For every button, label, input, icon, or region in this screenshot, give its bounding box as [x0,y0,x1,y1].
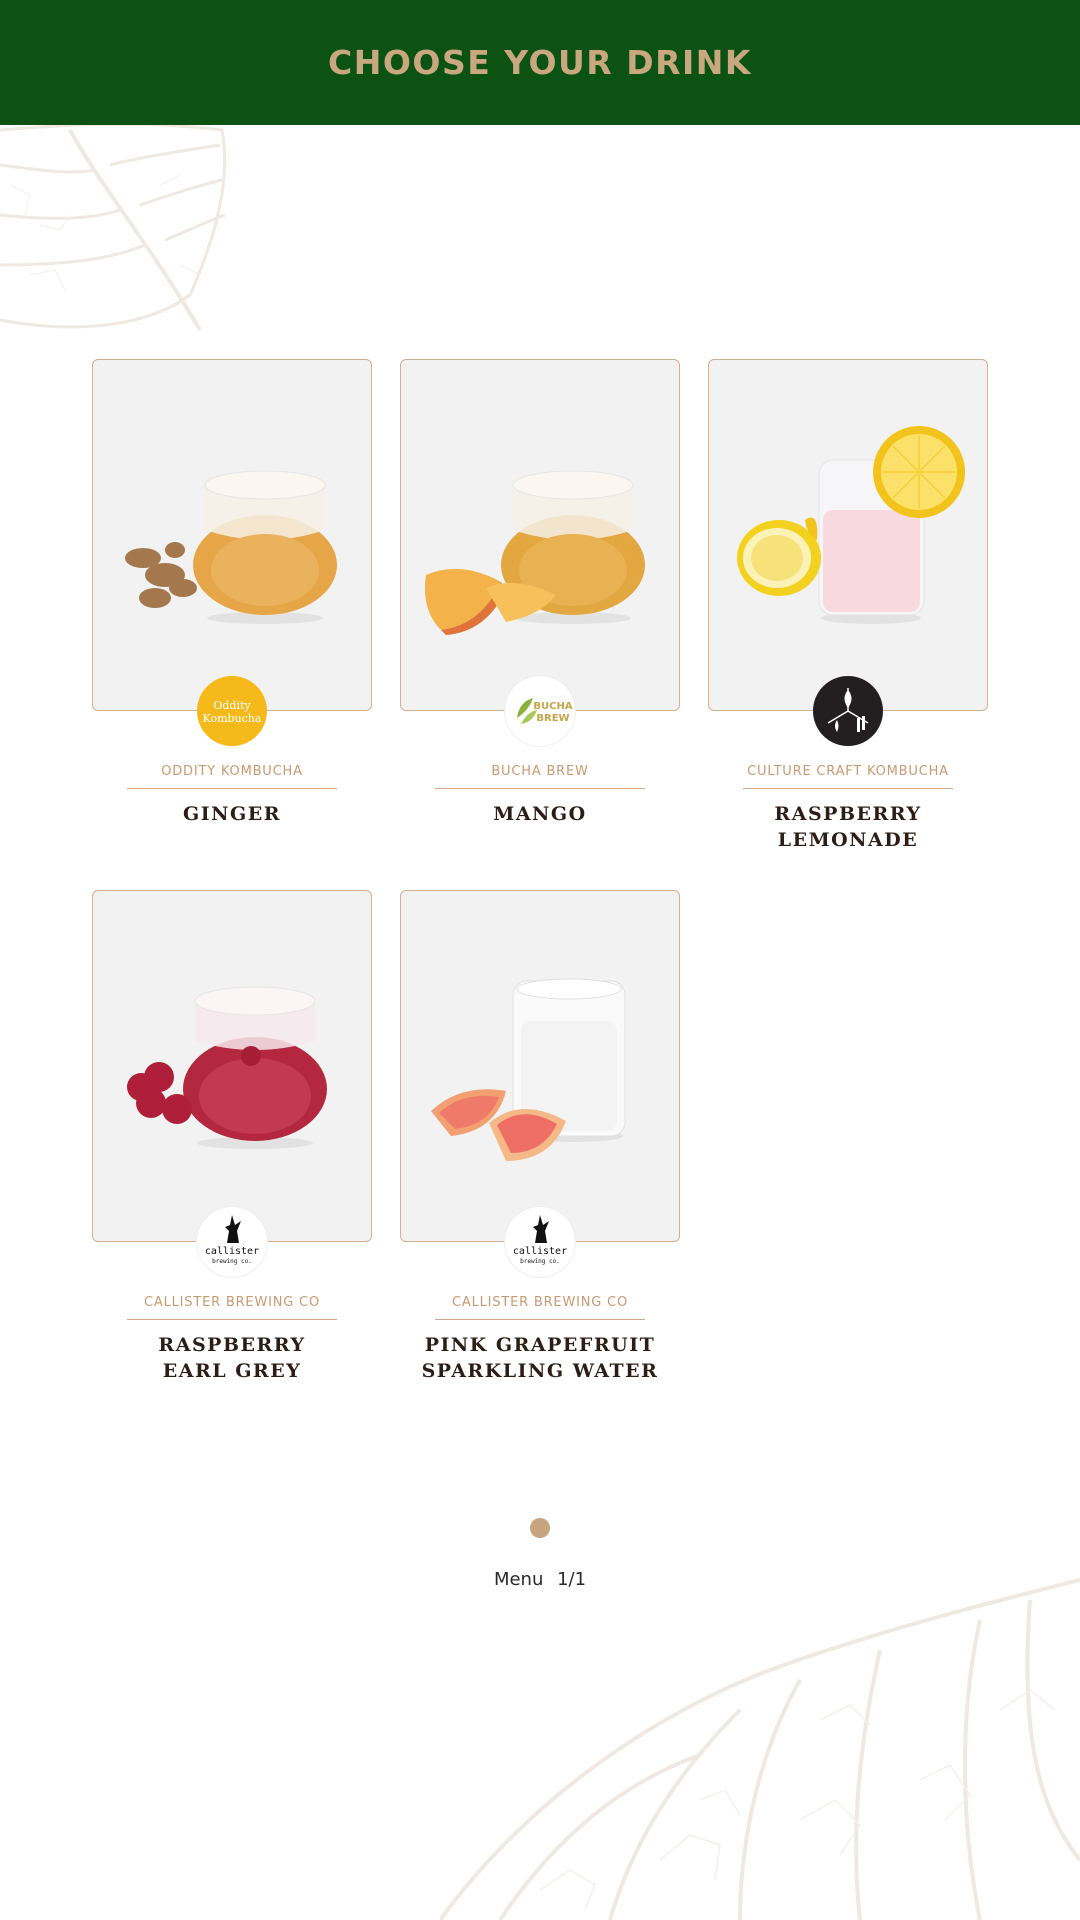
drink-name: RASPBERRY EARL GREY [158,1334,306,1382]
brand-name: CALLISTER BREWING CO [144,1295,320,1310]
brand-logo: BUCHA BREW [505,676,575,746]
divider [127,788,337,789]
divider [127,1319,337,1320]
leaf-decoration-bottom-right [440,1578,1080,1920]
brand-name: CALLISTER BREWING CO [452,1295,628,1310]
brand-logo: callister brewing co. [197,1207,267,1277]
page-title: CHOOSE YOUR DRINK [328,43,752,82]
svg-text:Oddity: Oddity [213,699,251,712]
drink-image-frame[interactable]: BUCHA BREW [400,359,680,746]
svg-text:callister: callister [513,1246,567,1257]
drink-photo [127,986,327,1149]
drink-name: RASPBERRY LEMONADE [774,803,922,851]
svg-text:BUCHA: BUCHA [533,701,572,712]
svg-text:brewing co.: brewing co. [212,1258,252,1265]
page-dot-active[interactable] [530,1518,550,1538]
header-bar: CHOOSE YOUR DRINK [0,0,1080,125]
drink-card-pink-grapefruit[interactable]: callister brewing co. CALLISTER BREWING … [400,890,680,1384]
divider [743,788,953,789]
drink-card-mango[interactable]: BUCHA BREW BUCHA BREW MANGO [400,359,680,827]
drink-name: MANGO [493,803,587,825]
brand-name: BUCHA BREW [491,764,589,779]
brand-logo: Oddity Kombucha [197,676,267,746]
page-number: 1/1 [557,1569,587,1590]
svg-text:BREW: BREW [536,713,569,724]
divider [435,788,645,789]
menu-label: Menu [493,1569,544,1590]
drink-card-raspberry-earl-grey[interactable]: callister brewing co. CALLISTER BREWING … [92,890,372,1384]
svg-text:brewing co.: brewing co. [520,1258,560,1265]
drink-photo [425,470,645,635]
brand-logo [813,676,883,746]
drink-image-frame[interactable]: callister brewing co. [92,890,372,1277]
svg-text:callister: callister [205,1246,259,1257]
drink-photo [737,426,965,624]
drink-photo [431,978,626,1161]
brand-logo: callister brewing co. [505,1207,575,1277]
pagination: Menu 1/1 [0,1518,1080,1590]
brand-name: ODDITY KOMBUCHA [161,764,303,779]
drink-image-frame[interactable]: callister brewing co. [400,890,680,1277]
drink-image-frame[interactable]: Oddity Kombucha [92,359,372,746]
divider [435,1319,645,1320]
svg-text:Kombucha: Kombucha [203,712,262,725]
page-indicator: Menu 1/1 [0,1569,1080,1590]
drink-image-frame[interactable] [708,359,988,746]
leaf-decoration-top-left [0,125,227,332]
drink-card-ginger[interactable]: Oddity Kombucha ODDITY KOMBUCHA GINGER [92,359,372,827]
drink-photo [125,470,337,624]
drink-card-raspberry-lemonade[interactable]: CULTURE CRAFT KOMBUCHA RASPBERRY LEMONAD… [708,359,988,853]
drink-name: PINK GRAPEFRUIT SPARKLING WATER [421,1334,659,1382]
brand-name: CULTURE CRAFT KOMBUCHA [747,764,949,779]
drink-name: GINGER [183,803,281,825]
